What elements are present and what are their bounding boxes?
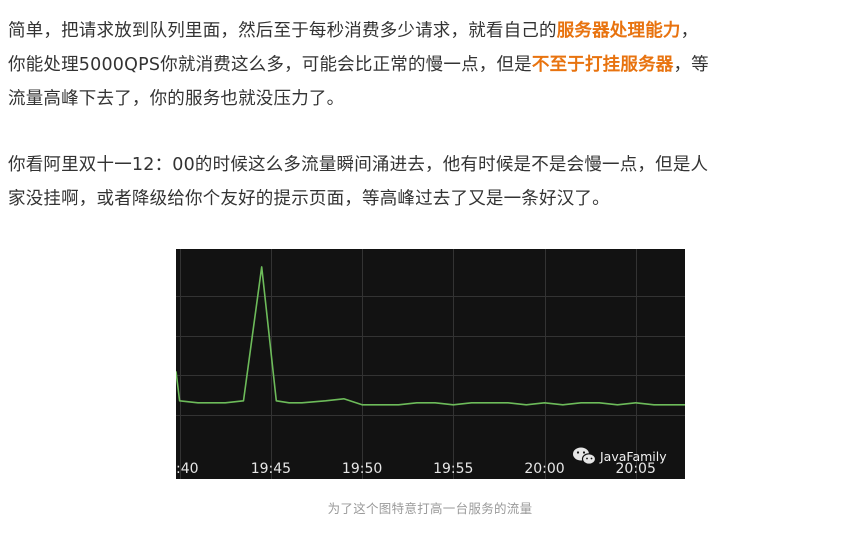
article-paragraph: 你看阿里双十一12：00的时候这么多流量瞬间涌进去，他有时候是不是会慢一点，但是… — [8, 148, 708, 216]
paragraph-line: 家没挂啊，或者降级给你个友好的提示页面，等高峰过去了又是一条好汉了。 — [8, 189, 610, 209]
paragraph-line: 你看阿里双十一12：00的时候这么多流量瞬间涌进去，他有时候是不是会慢一点，但是… — [8, 155, 709, 175]
highlight-text: 服务器处理能力 — [556, 21, 681, 41]
chart-series-layer — [176, 266, 685, 406]
x-tick-label: 19:45 — [251, 461, 291, 477]
text-segment: 简单，把请求放到队列里面，然后至于每秒消费多少请求，就看自己的 — [8, 21, 557, 41]
wechat-icon — [573, 447, 597, 465]
chart-grid — [176, 249, 685, 479]
paragraph-line: 简单，把请求放到队列里面，然后至于每秒消费多少请求，就看自己的服务器处理能力， — [8, 14, 709, 48]
text-segment: 你能处理5000QPS你就消费这么多，可能会比正常的慢一点，但是 — [8, 55, 532, 75]
series-line — [176, 266, 685, 406]
paragraph-line: 流量高峰下去了，你的服务也就没压力了。 — [8, 89, 345, 109]
traffic-chart-figure: JavaFamily :40 19:45 19:50 19:55 20:00 20:05 — [176, 249, 685, 479]
x-tick-label: 19:50 — [342, 461, 382, 477]
x-tick-label: 19:55 — [433, 461, 473, 477]
highlight-text: 不至于打挂服务器 — [531, 55, 674, 75]
x-tick-label: 20:05 — [616, 461, 656, 477]
x-axis-tick-labels: :40 19:45 19:50 19:55 20:00 20:05 — [176, 461, 656, 477]
article-paragraph: 简单，把请求放到队列里面，然后至于每秒消费多少请求，就看自己的服务器处理能力， … — [8, 14, 709, 116]
text-segment: ，等 — [673, 55, 709, 75]
x-tick-label: 20:00 — [524, 461, 564, 477]
paragraph-line: 你能处理5000QPS你就消费这么多，可能会比正常的慢一点，但是不至于打挂服务器… — [8, 48, 709, 82]
x-tick-label: :40 — [176, 461, 199, 477]
traffic-line-chart: JavaFamily :40 19:45 19:50 19:55 20:00 20:05 — [176, 249, 685, 479]
figure-caption: 为了这个图特意打高一台服务的流量 — [327, 501, 533, 516]
text-segment: ， — [680, 21, 699, 41]
